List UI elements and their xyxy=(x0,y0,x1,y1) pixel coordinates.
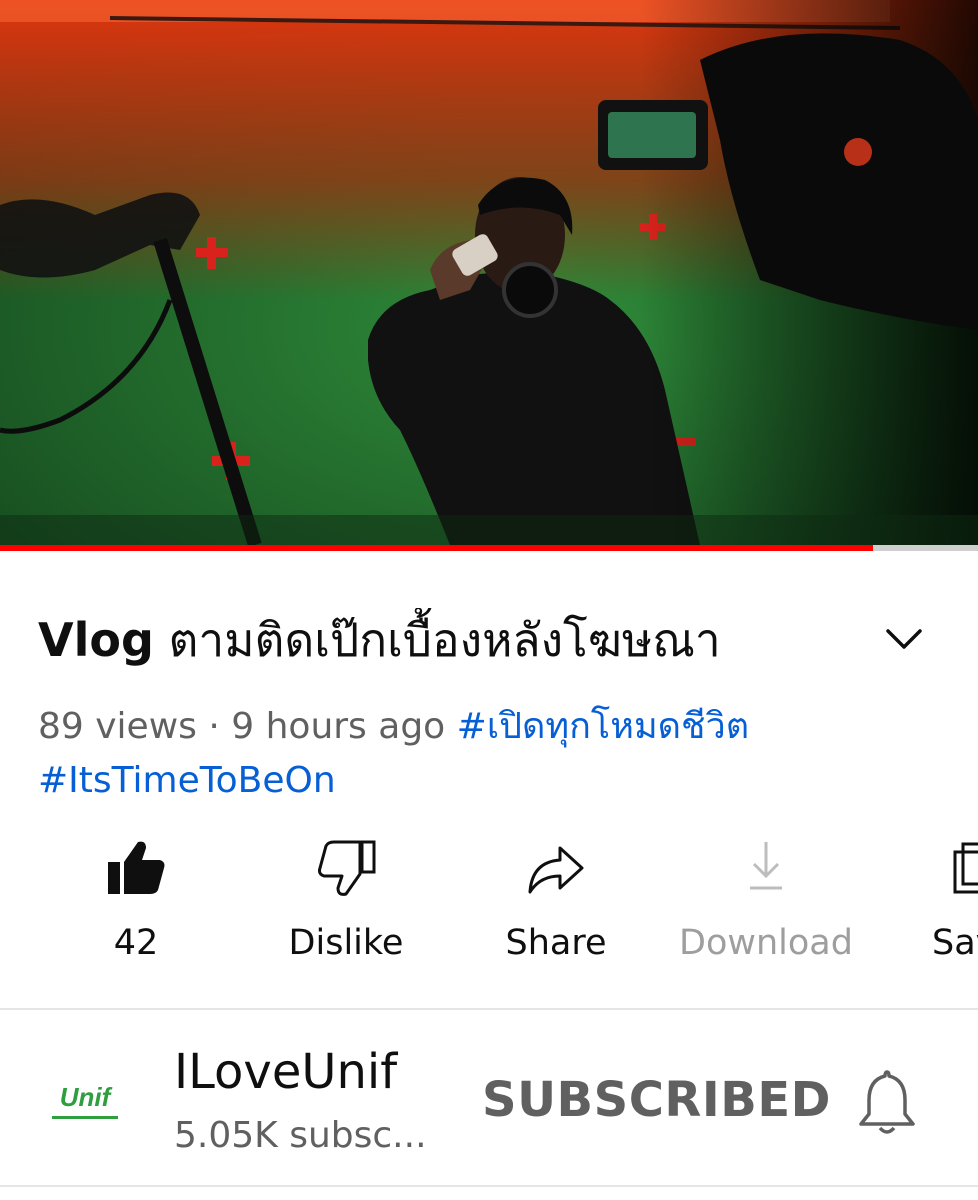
hashtag-link[interactable]: #ItsTimeToBeOn xyxy=(38,760,336,801)
save-playlist-icon xyxy=(953,842,978,894)
save-button[interactable]: Save xyxy=(871,830,978,980)
meta-separator: · xyxy=(196,706,232,747)
like-button[interactable]: 42 xyxy=(31,830,241,980)
video-title[interactable]: Vlog ตามติดเป๊กเบื้องหลังโฆษณา xyxy=(38,608,858,672)
title-rest: ตามติดเป๊กเบื้องหลังโฆษณา xyxy=(168,613,721,667)
chevron-down-icon[interactable] xyxy=(880,615,928,663)
download-label: Download xyxy=(679,923,853,963)
upload-age: 9 hours ago xyxy=(231,706,446,747)
download-button[interactable]: Download xyxy=(661,830,871,980)
dislike-icon xyxy=(318,840,376,896)
title-prefix: Vlog xyxy=(38,613,154,667)
action-bar: 42 Dislike Share Download Save xyxy=(0,830,978,980)
bell-icon[interactable] xyxy=(855,1066,919,1138)
view-count: 89 views xyxy=(38,706,197,747)
subscribed-button[interactable]: SUBSCRIBED xyxy=(482,1070,831,1130)
share-button[interactable]: Share xyxy=(451,830,661,980)
progress-bar[interactable] xyxy=(0,545,978,551)
channel-name[interactable]: ILoveUnif xyxy=(174,1042,397,1102)
dislike-button[interactable]: Dislike xyxy=(241,830,451,980)
divider xyxy=(0,1008,978,1010)
save-label: Save xyxy=(932,923,978,963)
video-frame xyxy=(0,0,978,545)
video-meta: 89 views · 9 hours ago #เปิดทุกโหมดชีวิต… xyxy=(38,700,958,808)
share-icon xyxy=(528,846,584,894)
hashtag-link[interactable]: #เปิดทุกโหมดชีวิต xyxy=(457,706,749,747)
dislike-label: Dislike xyxy=(288,923,404,963)
channel-avatar[interactable]: Unif xyxy=(38,1056,132,1150)
download-icon xyxy=(750,842,782,890)
progress-fill xyxy=(0,545,874,551)
like-filled-icon xyxy=(108,841,165,894)
share-label: Share xyxy=(505,923,607,963)
video-player[interactable] xyxy=(0,0,978,545)
subscriber-count: 5.05K subsc... xyxy=(174,1115,427,1156)
channel-row: Unif ILoveUnif 5.05K subsc... SUBSCRIBED xyxy=(0,1012,978,1187)
logo-wordmark: Unif xyxy=(60,1082,113,1112)
like-count: 42 xyxy=(113,923,159,963)
divider xyxy=(0,1185,978,1187)
